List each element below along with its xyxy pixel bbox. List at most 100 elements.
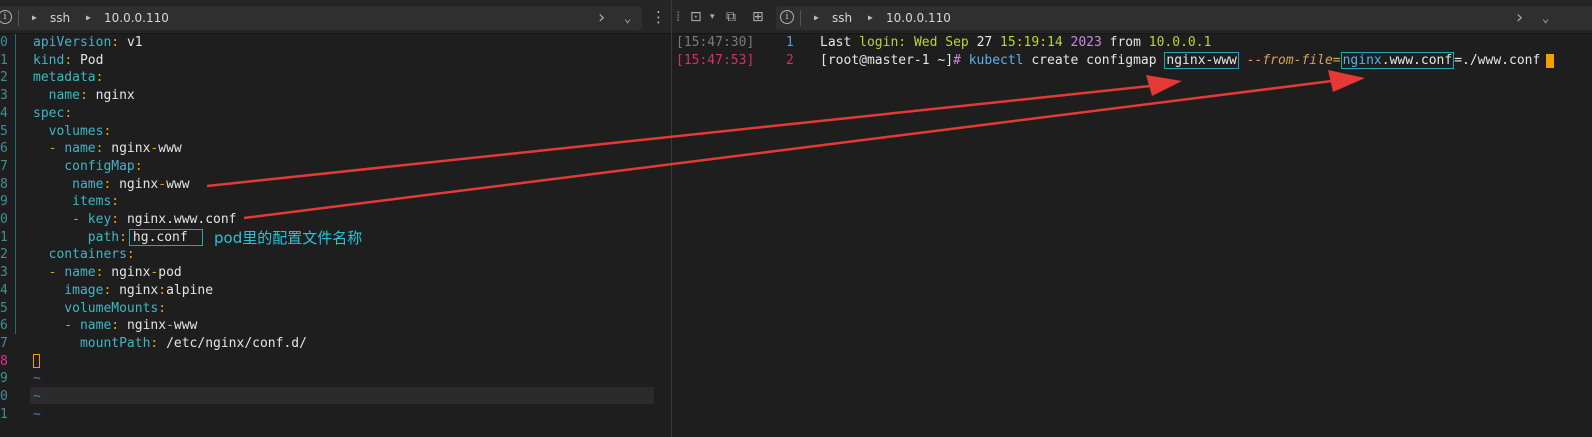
code-token: name [64, 141, 96, 157]
terminal-output[interactable]: [15:47:30] 1 Last login: Wed Sep 27 15:19:… [672, 34, 1592, 437]
code-token: : [111, 318, 127, 334]
code-token: - [166, 318, 174, 334]
split-pane-icon[interactable]: ⧉ [726, 8, 736, 26]
terminal-token: 27 [976, 35, 1001, 50]
left-session-tab[interactable]: i ▶ ssh ▶ 10.0.0.110 › ⌄ [0, 6, 642, 30]
code-token: spec [33, 105, 65, 121]
line-number: 1 [786, 35, 794, 50]
code-token: : [111, 212, 127, 227]
code-token: : [103, 176, 120, 192]
new-window-icon[interactable]: ⊞ [752, 8, 764, 26]
terminal-text: Last login: Wed Sep 27 15:19:14 2023 fro… [820, 34, 1211, 52]
tab-separator [18, 10, 19, 26]
more-vertical-icon[interactable]: ⋮ [651, 8, 666, 26]
line-code: ~ [33, 370, 41, 388]
line-code: - key: nginx.www.conf [33, 211, 237, 229]
line-code: - name: nginx-pod [33, 264, 182, 282]
code-token: image [33, 282, 104, 298]
line-number: 2 [786, 53, 794, 68]
code-token: : [134, 158, 143, 174]
line-number: 8 [0, 176, 8, 192]
code-token: v1 [126, 35, 143, 50]
chevron-right-icon[interactable]: › [598, 7, 605, 29]
highlight-box: nginx.www.conf [1340, 52, 1455, 69]
terminal-token: .www.conf [1381, 53, 1453, 68]
code-token: : [103, 282, 120, 298]
line-code: mountPath: /etc/nginx/conf.d/ [33, 335, 307, 353]
line-number: 0 [0, 35, 8, 50]
line-number: 3 [0, 88, 8, 104]
line-number: 9 [0, 371, 8, 387]
right-session-tab[interactable]: i ▶ ssh ▶ 10.0.0.110 › ⌄ [776, 6, 1592, 30]
cursor [1546, 53, 1555, 68]
terminal-token: 19 [1023, 35, 1040, 50]
terminal-token: from [1109, 35, 1149, 50]
right-terminal-pane[interactable]: ⁞ ⊡ ▾ ⧉ ⊞ i ▶ ssh ▶ 10.0.0.110 › ⌄ [15:4… [672, 0, 1592, 437]
terminal-token: --from-file= [1246, 53, 1341, 68]
tab-separator [800, 10, 801, 26]
code-token: : [119, 229, 127, 245]
chevron-down-icon[interactable]: ⌄ [1542, 8, 1549, 28]
code-token: - [33, 212, 88, 227]
code-token: : [95, 70, 104, 86]
line-number: 4 [0, 105, 8, 121]
line-code: image: nginx:alpine [33, 282, 213, 300]
chevron-down-icon[interactable]: ▾ [710, 8, 715, 26]
chevron-down-icon[interactable]: ⌄ [624, 8, 631, 28]
play-icon: ▶ [814, 13, 819, 22]
drag-handle-icon[interactable]: ⁞ [676, 8, 680, 26]
code-token: : [111, 194, 120, 210]
highlight-box: hg.conf [128, 228, 203, 246]
terminal-token: [root@master-1 ~] [820, 53, 954, 68]
code-token: key [87, 212, 112, 227]
terminal-token: create configmap [1031, 53, 1165, 68]
timestamp: [15:47:53] [676, 53, 755, 68]
terminal-token: Last [820, 35, 860, 50]
code-token: nginx [111, 265, 151, 281]
code-token: www [166, 176, 190, 192]
line-number: 9 [0, 194, 8, 210]
line-number: 2 [0, 70, 8, 86]
tab-host-label: 10.0.0.110 [886, 11, 951, 25]
code-token: name [64, 265, 96, 281]
highlight-box: nginx-www [1164, 52, 1239, 69]
play-icon: ▶ [86, 13, 91, 22]
code-token: apiVersion [33, 35, 112, 50]
timestamp: [15:47:30] [676, 35, 755, 50]
code-token: : [64, 52, 80, 68]
line-number: 0 [0, 212, 8, 227]
line-code: name: nginx [33, 87, 135, 105]
info-icon[interactable]: i [0, 10, 12, 24]
line-code: name: nginx-www [33, 176, 190, 194]
code-token: : [103, 123, 112, 139]
code-token: ~ [33, 389, 41, 404]
line-code: - name: nginx-www [33, 317, 197, 335]
code-token: nginx.www.conf [126, 212, 237, 227]
chevron-right-icon[interactable]: › [1516, 7, 1523, 29]
terminal-token: 14 [1047, 35, 1071, 50]
code-token: nginx [119, 176, 159, 192]
code-token: www [158, 141, 182, 157]
code-token: - [33, 265, 65, 281]
code-token: ~ [33, 371, 41, 387]
code-token: path [33, 229, 120, 245]
terminal-token: 15 [1000, 35, 1016, 50]
code-token: : [126, 247, 135, 263]
terminal-token: =./www.conf [1454, 53, 1541, 68]
line-code: spec: [33, 105, 72, 123]
line-number: 6 [0, 318, 8, 334]
line-number: 8 [0, 353, 8, 369]
code-token: nginx [119, 282, 159, 298]
code-token: www [173, 318, 198, 334]
terminal-token: # [953, 53, 969, 68]
line-code: kind: Pod [33, 52, 103, 70]
line-number: 1 [0, 229, 8, 245]
info-icon[interactable]: i [780, 10, 794, 24]
code-token: : [79, 88, 96, 104]
line-code: ~ [33, 388, 41, 406]
terminal-token: : [1039, 35, 1048, 50]
terminal-token: 10.0.0.1 [1148, 35, 1212, 50]
left-terminal-pane[interactable]: i ▶ ssh ▶ 10.0.0.110 › ⌄ ⋮ 0 apiVersion: … [0, 0, 671, 437]
code-token: alpine [166, 282, 214, 298]
new-tab-icon[interactable]: ⊡ [690, 8, 702, 26]
